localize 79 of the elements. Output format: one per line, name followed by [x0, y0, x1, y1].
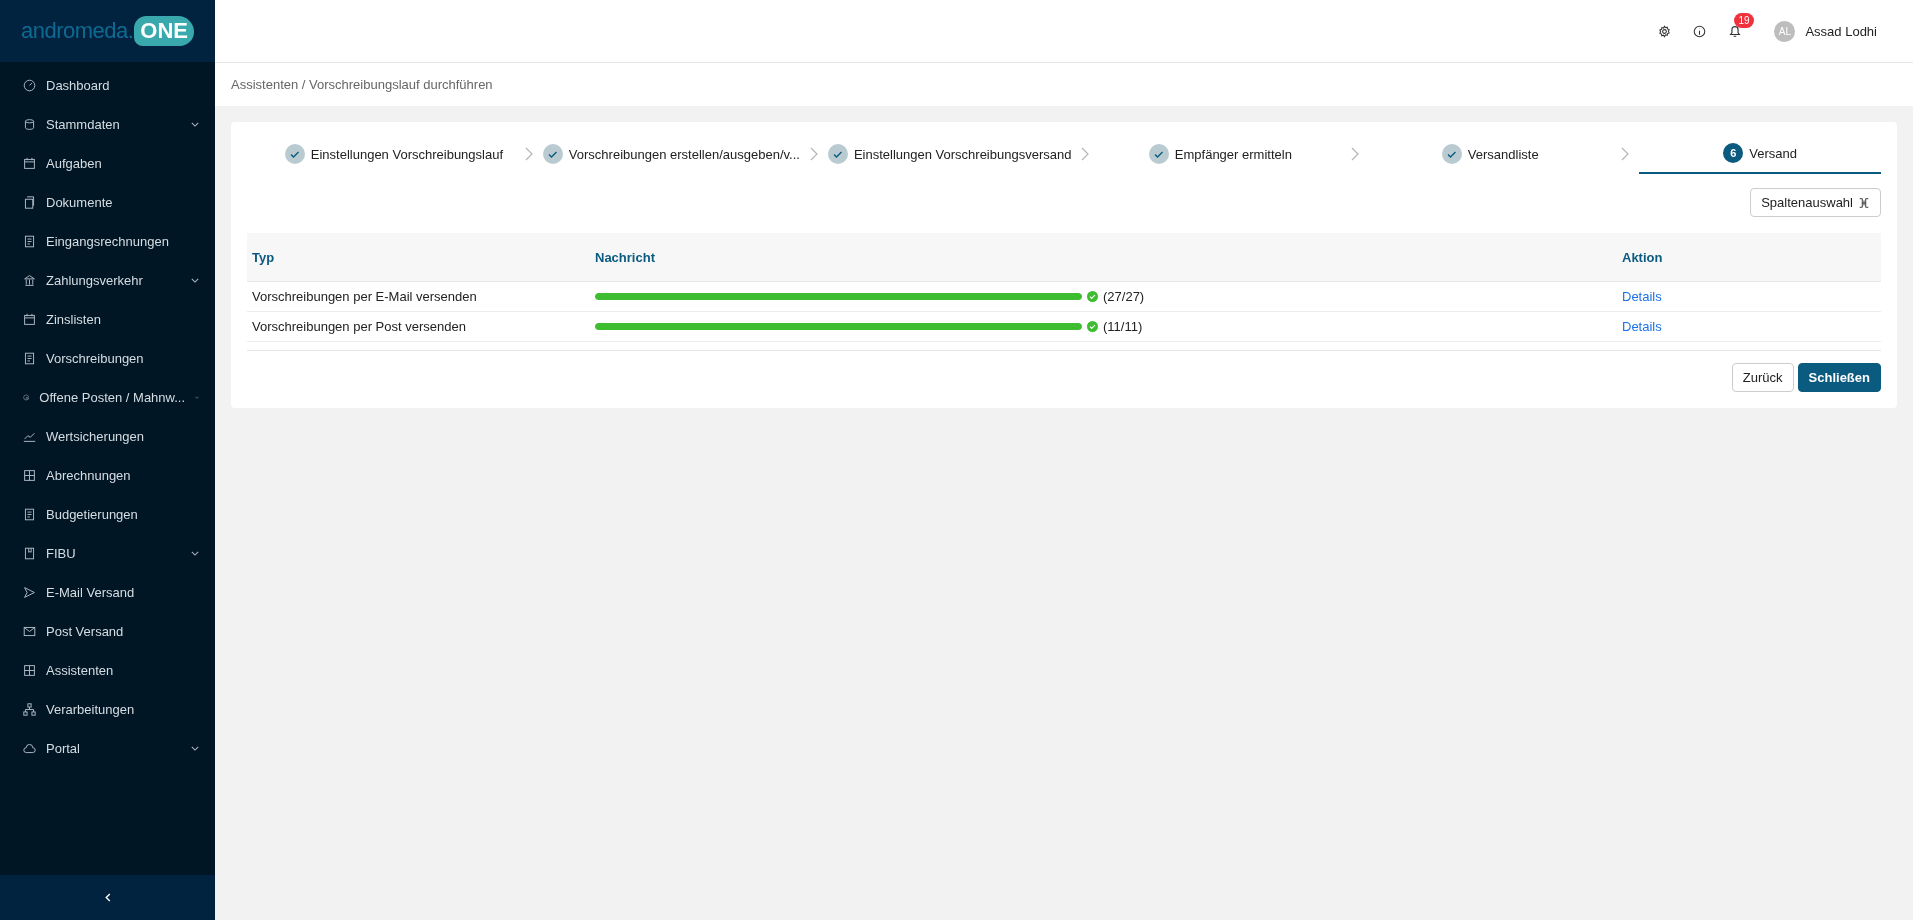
chevron-down-icon [191, 278, 199, 283]
check-circle-icon [284, 144, 305, 164]
progress-count: (27/27) [1103, 289, 1145, 304]
coin-icon [23, 391, 30, 404]
receipt-icon [23, 235, 36, 248]
bank-icon [23, 274, 36, 287]
sidebar-item[interactable]: Budgetierungen [0, 495, 215, 534]
column-header: Typ [251, 249, 276, 265]
close-button[interactable]: Schließen [1797, 363, 1881, 392]
sidebar-item[interactable]: Zahlungsverkehr [0, 261, 215, 300]
calendar-icon [23, 313, 36, 326]
notification-bell-icon[interactable] [1728, 24, 1743, 38]
grid-icon [23, 664, 36, 677]
book-icon [23, 547, 36, 560]
breadcrumb: Assistenten / Vorschreibungslauf durchführen [231, 77, 493, 92]
wizard-step[interactable]: Vorschreibungen erstellen/ausgeben/v... [542, 134, 800, 174]
progress-count: (11/11) [1103, 319, 1143, 334]
sidebar-item[interactable]: Offene Posten / Mahnw... [0, 378, 215, 417]
check-circle-icon [1441, 144, 1462, 164]
user-name[interactable]: Assad Lodhi [1805, 23, 1877, 39]
details-link[interactable]: Details [1622, 319, 1662, 334]
sidebar-item[interactable]: Stammdaten [0, 105, 215, 144]
chevron-right-icon [1081, 147, 1090, 161]
sidebar-item[interactable]: Post Versand [0, 612, 215, 651]
details-link[interactable]: Details [1622, 289, 1662, 304]
check-circle-icon [827, 144, 848, 164]
chart-icon [23, 430, 36, 443]
chevron-left-icon [104, 893, 111, 902]
sidebar-item[interactable]: E-Mail Versand [0, 573, 215, 612]
check-circle-icon [1087, 291, 1098, 302]
sidebar-item[interactable]: Aufgaben [0, 144, 215, 183]
send-icon [23, 586, 36, 599]
envelope-icon [23, 625, 36, 638]
table-cell-text: Vorschreibungen per E-Mail versenden [251, 289, 478, 304]
chevron-down-icon [191, 551, 199, 556]
check-circle-icon [1148, 144, 1169, 164]
document-icon [23, 508, 36, 521]
step-number: 6 [1723, 143, 1744, 163]
sidebar-item[interactable]: Vorschreibungen [0, 339, 215, 378]
calendar-icon [23, 157, 36, 170]
sidebar-item[interactable]: FIBU [0, 534, 215, 573]
receipt-icon [23, 352, 36, 365]
sidebar-item[interactable]: Abrechnungen [0, 456, 215, 495]
logo: andromeda. ONE [0, 0, 215, 62]
chevron-right-icon [1621, 147, 1630, 161]
wizard-step[interactable]: Einstellungen Vorschreibungsversand [827, 134, 1072, 174]
settings-icon[interactable] [1658, 24, 1672, 38]
column-header: Nachricht [594, 249, 656, 265]
table-cell-text: Vorschreibungen per Post versenden [251, 319, 467, 334]
chevron-right-icon [1351, 147, 1360, 161]
cloud-icon [23, 742, 36, 755]
wizard-step[interactable]: 6 Versand [1639, 134, 1881, 174]
sidebar-item[interactable]: Eingangsrechnungen [0, 222, 215, 261]
sidebar-item[interactable]: Portal [0, 729, 215, 768]
gauge-icon [23, 79, 36, 92]
column-select-button[interactable]: Spaltenauswahl [1750, 188, 1881, 217]
chevron-right-icon [524, 147, 533, 161]
chevron-down-icon [191, 746, 199, 751]
chevron-right-icon [809, 147, 818, 161]
back-button[interactable]: Zurück [1731, 363, 1794, 392]
check-circle-icon [1087, 321, 1098, 332]
column-header: Aktion [1621, 249, 1664, 265]
sidebar-item[interactable]: Wertsicherungen [0, 417, 215, 456]
info-icon[interactable] [1693, 24, 1707, 38]
sidebar-item[interactable]: Dashboard [0, 66, 215, 105]
wizard-step[interactable]: Empfänger ermitteln [1099, 134, 1342, 174]
sidebar-item[interactable]: Assistenten [0, 651, 215, 690]
notification-count: 19 [1734, 13, 1754, 28]
sidebar-item[interactable]: Dokumente [0, 183, 215, 222]
grid-icon [23, 469, 36, 482]
sidebar-item[interactable]: Zinslisten [0, 300, 215, 339]
sidebar-item[interactable]: Verarbeitungen [0, 690, 215, 729]
sitemap-icon [23, 703, 36, 716]
database-icon [23, 118, 36, 131]
wizard-step[interactable]: Einstellungen Vorschreibungslauf [273, 134, 515, 174]
check-circle-icon [542, 144, 563, 164]
wizard-step[interactable]: Versandliste [1369, 134, 1612, 174]
chevron-down-icon [191, 122, 199, 127]
documents-icon [23, 196, 36, 209]
